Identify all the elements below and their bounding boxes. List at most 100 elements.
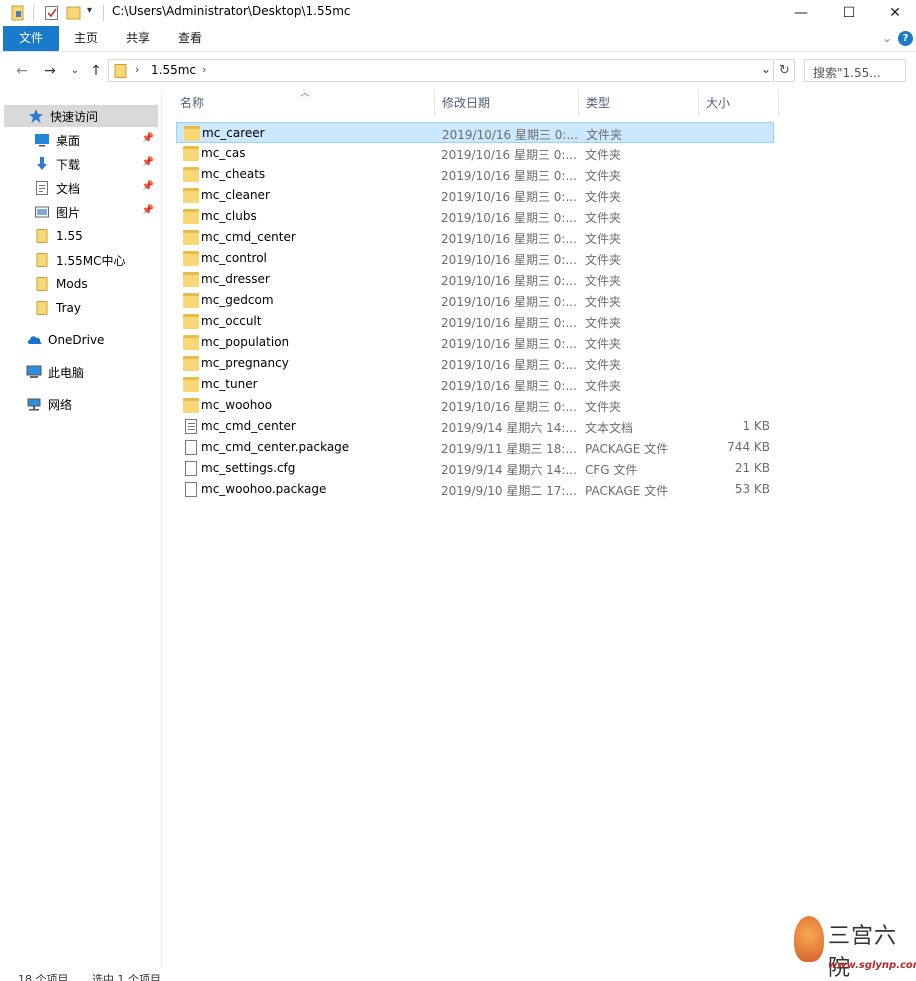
table-row[interactable]: mc_clubs 2019/10/16 星期三 0:... 文件夹 [176,206,774,227]
table-row[interactable]: mc_tuner 2019/10/16 星期三 0:... 文件夹 [176,374,774,395]
expand-ribbon-chevron-icon[interactable]: ⌄ [882,31,892,45]
maximize-button[interactable]: ☐ [826,0,872,26]
table-row[interactable]: mc_cheats 2019/10/16 星期三 0:... 文件夹 [176,164,774,185]
folder-icon [10,4,26,22]
desktop-icon [34,132,50,148]
tab-view[interactable]: 查看 [164,26,216,51]
table-row[interactable]: mc_cleaner 2019/10/16 星期三 0:... 文件夹 [176,185,774,206]
table-row[interactable]: mc_population 2019/10/16 星期三 0:... 文件夹 [176,332,774,353]
file-date: 2019/10/16 星期三 0:... [441,148,577,162]
column-header-date[interactable]: 修改日期 [434,90,578,116]
file-icon [185,482,197,497]
file-name: mc_settings.cfg [201,461,296,475]
file-date: 2019/10/16 星期三 0:... [441,400,577,414]
file-size: 744 KB [727,440,770,454]
nav-item-folder[interactable]: 1.55 [4,225,158,247]
table-row[interactable]: mc_woohoo.package 2019/9/10 星期二 17:... PAC… [176,479,774,500]
file-date: 2019/10/16 星期三 0:... [441,253,577,267]
file-name: mc_cmd_center [201,230,296,244]
nav-item-downloads[interactable]: 下载 📌 [4,153,158,175]
file-type: 文件夹 [585,232,622,246]
column-header-name[interactable]: 名称 [172,90,434,116]
nav-item-folder[interactable]: Mods [4,273,158,295]
column-header-type[interactable]: 类型 [578,90,698,116]
nav-item-folder[interactable]: Tray [4,297,158,319]
file-size: 21 KB [734,461,770,475]
address-row: ← → ⌄ ↑ › 1.55mc › ⌄ ↻ 搜索"1.55... [0,53,916,89]
pin-icon[interactable]: 📌 [142,205,154,216]
file-date: 2019/10/16 星期三 0:... [441,295,577,309]
cloud-icon [26,332,42,348]
file-type: 文件夹 [585,274,622,288]
file-date: 2019/9/11 星期三 18:... [441,442,577,456]
tab-share[interactable]: 共享 [112,26,164,51]
breadcrumb-separator-icon[interactable]: › [202,63,206,76]
breadcrumb-current[interactable]: 1.55mc [151,63,196,77]
file-name: mc_control [201,251,267,265]
properties-icon[interactable] [44,4,60,22]
column-divider[interactable] [778,90,779,116]
nav-label: OneDrive [48,333,105,347]
pin-icon[interactable]: 📌 [142,157,154,168]
search-box[interactable]: 搜索"1.55... [804,59,906,82]
file-list: ︿ 名称 修改日期 类型 大小 mc_career 2019/10/16 星期三 … [172,88,916,968]
nav-item-pictures[interactable]: 图片 📌 [4,201,158,223]
nav-item-documents[interactable]: 文档 📌 [4,177,158,199]
back-arrow-icon[interactable]: ← [13,62,31,80]
table-row[interactable]: mc_occult 2019/10/16 星期三 0:... 文件夹 [176,311,774,332]
table-row[interactable]: mc_cmd_center 2019/10/16 星期三 0:... 文件夹 [176,227,774,248]
nav-quick-access[interactable]: 快速访问 [4,105,158,127]
address-dropdown-chevron-icon[interactable]: ⌄ [761,62,771,76]
network-icon [26,396,42,412]
file-type: PACKAGE 文件 [585,484,669,498]
table-row[interactable]: mc_dresser 2019/10/16 星期三 0:... 文件夹 [176,269,774,290]
folder-icon [183,356,199,371]
new-folder-icon[interactable] [66,4,82,22]
table-row[interactable]: mc_cas 2019/10/16 星期三 0:... 文件夹 [176,143,774,164]
table-row[interactable]: mc_control 2019/10/16 星期三 0:... 文件夹 [176,248,774,269]
table-row[interactable]: mc_settings.cfg 2019/9/14 星期六 14:... CFG 文… [176,458,774,479]
nav-network[interactable]: 网络 [4,393,158,415]
tab-file[interactable]: 文件 [3,26,59,51]
file-type: 文件夹 [585,190,622,204]
watermark-url: www.sglynp.com [828,960,916,971]
recent-locations-chevron-icon[interactable]: ⌄ [66,62,84,80]
file-name: mc_woohoo.package [201,482,327,496]
minimize-button[interactable]: — [778,0,824,26]
nav-this-pc[interactable]: 此电脑 [4,361,158,383]
nav-onedrive[interactable]: OneDrive [4,329,158,351]
file-name: mc_gedcom [201,293,274,307]
file-date: 2019/10/16 星期三 0:... [441,358,577,372]
table-row[interactable]: mc_pregnancy 2019/10/16 星期三 0:... 文件夹 [176,353,774,374]
tab-home[interactable]: 主页 [60,26,112,51]
file-type: 文件夹 [585,295,622,309]
column-header-size[interactable]: 大小 [698,90,778,116]
refresh-icon[interactable]: ↻ [775,59,795,82]
folder-icon [183,167,199,182]
nav-item-desktop[interactable]: 桌面 📌 [4,129,158,151]
customize-toolbar-chevron-icon[interactable]: ▾ [87,5,97,23]
pin-icon[interactable]: 📌 [142,133,154,144]
file-date: 2019/10/16 星期三 0:... [441,379,577,393]
table-row[interactable]: mc_gedcom 2019/10/16 星期三 0:... 文件夹 [176,290,774,311]
file-name: mc_occult [201,314,262,328]
file-type: 文件夹 [585,400,622,414]
table-row[interactable]: mc_woohoo 2019/10/16 星期三 0:... 文件夹 [176,395,774,416]
pin-icon[interactable]: 📌 [142,181,154,192]
close-button[interactable]: ✕ [872,0,916,26]
up-arrow-icon[interactable]: ↑ [87,62,105,80]
address-bar[interactable]: › 1.55mc › ⌄ [108,59,774,82]
table-row[interactable]: mc_cmd_center.package 2019/9/11 星期三 18:..… [176,437,774,458]
nav-item-folder[interactable]: 1.55MC中心 [4,249,158,271]
nav-label: 桌面 [56,133,81,148]
phoenix-emblem-icon [794,916,824,962]
nav-label: 1.55MC中心 [56,253,126,268]
table-row[interactable]: mc_career 2019/10/16 星期三 0:... 文件夹 [176,122,774,143]
file-type: 文件夹 [585,253,622,267]
divider [33,5,34,21]
breadcrumb-separator-icon[interactable]: › [135,63,139,76]
computer-icon [26,364,42,380]
forward-arrow-icon[interactable]: → [41,62,59,80]
table-row[interactable]: mc_cmd_center 2019/9/14 星期六 14:... 文本文档 1 K… [176,416,774,437]
help-icon[interactable]: ? [898,31,913,46]
